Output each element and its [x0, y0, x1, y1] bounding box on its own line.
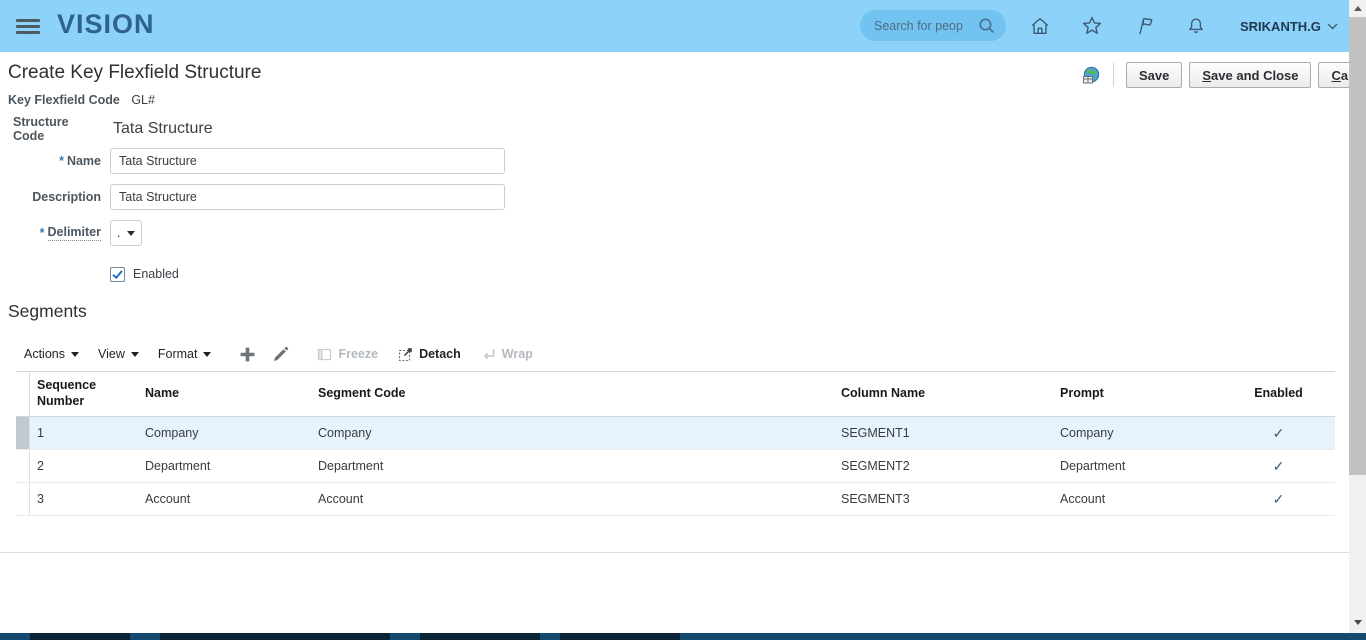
col-segment-code[interactable]: Segment Code: [310, 386, 833, 402]
vision-logo: VISION: [57, 9, 155, 40]
description-label: Description: [32, 190, 101, 204]
segments-section-title: Segments: [8, 301, 87, 322]
scrollbar-thumb[interactable]: [1349, 17, 1366, 475]
col-enabled[interactable]: Enabled: [1222, 386, 1335, 402]
table-row[interactable]: 2 Department Department SEGMENT2 Departm…: [16, 450, 1335, 483]
actions-menu[interactable]: Actions: [24, 347, 79, 361]
checkmark-icon: [111, 268, 124, 281]
detach-window-icon: [398, 347, 413, 362]
col-sequence-number[interactable]: Sequence Number: [30, 378, 137, 409]
name-label: Name: [67, 154, 101, 168]
page-title: Create Key Flexfield Structure: [8, 62, 261, 84]
cell-name: Company: [137, 426, 310, 440]
hamburger-menu-icon[interactable]: [16, 19, 40, 34]
wrap-button: Wrap: [481, 347, 533, 362]
save-and-close-button[interactable]: Save and Close: [1189, 62, 1311, 88]
cell-sequence: 2: [30, 459, 137, 473]
global-search[interactable]: [860, 10, 1006, 41]
content-divider: [0, 552, 1349, 553]
user-name: SRIKANTH.G: [1240, 19, 1321, 34]
col-prompt[interactable]: Prompt: [1052, 386, 1222, 402]
enabled-checkbox[interactable]: [110, 267, 125, 282]
row-selector[interactable]: [16, 450, 30, 482]
table-header-row: Sequence Number Name Segment Code Column…: [16, 371, 1335, 417]
segments-table: Sequence Number Name Segment Code Column…: [16, 371, 1335, 516]
segments-toolbar: Actions View Format Freeze Detach Wra: [24, 343, 553, 365]
cell-name: Department: [137, 459, 310, 473]
detach-button[interactable]: Detach: [398, 347, 461, 362]
header-gutter: [16, 372, 30, 416]
col-column-name[interactable]: Column Name: [833, 386, 1052, 402]
chevron-down-icon: [1327, 23, 1338, 30]
row-selector[interactable]: [16, 417, 30, 449]
dropdown-caret-icon: [127, 231, 135, 236]
cell-segment-code: Department: [310, 459, 833, 473]
cell-enabled-check: ✓: [1222, 458, 1335, 475]
watchlist-flag-icon[interactable]: [1133, 15, 1155, 37]
cell-prompt: Account: [1052, 492, 1222, 506]
view-menu[interactable]: View: [98, 347, 139, 361]
cell-column-name: SEGMENT1: [833, 426, 1052, 440]
add-row-button[interactable]: [239, 346, 256, 363]
wrap-icon: [481, 347, 496, 362]
scroll-up-button[interactable]: [1349, 0, 1366, 17]
caret-icon: [203, 352, 211, 357]
cell-prompt: Company: [1052, 426, 1222, 440]
divider: [1113, 63, 1114, 87]
structure-code-value: Tata Structure: [113, 120, 213, 138]
key-flexfield-code-label: Key Flexfield Code: [8, 93, 120, 107]
enabled-checkbox-label: Enabled: [133, 267, 179, 281]
freeze-table-icon: [317, 347, 332, 362]
cell-enabled-check: ✓: [1222, 425, 1335, 442]
notifications-bell-icon[interactable]: [1185, 15, 1207, 37]
freeze-button: Freeze: [317, 347, 378, 362]
cell-prompt: Department: [1052, 459, 1222, 473]
page-actions: Save Save and Close Cancel: [1082, 62, 1366, 88]
key-flexfield-code-line: Key Flexfield Code GL#: [8, 93, 155, 107]
scroll-down-button[interactable]: [1349, 614, 1366, 631]
favorites-star-icon[interactable]: [1081, 15, 1103, 37]
home-icon[interactable]: [1029, 15, 1051, 37]
cell-sequence: 1: [30, 426, 137, 440]
cell-column-name: SEGMENT2: [833, 459, 1052, 473]
bottom-edge-bar: [0, 633, 1366, 640]
delimiter-value: .: [117, 226, 120, 240]
pencil-icon: [272, 346, 289, 363]
cell-column-name: SEGMENT3: [833, 492, 1052, 506]
cell-name: Account: [137, 492, 310, 506]
cell-sequence: 3: [30, 492, 137, 506]
key-flexfield-code-value: GL#: [131, 93, 155, 107]
caret-icon: [71, 352, 79, 357]
user-menu[interactable]: SRIKANTH.G: [1240, 19, 1338, 34]
save-button[interactable]: Save: [1126, 62, 1182, 88]
top-navigation-bar: VISION SRIKANTH.G: [0, 0, 1349, 52]
cell-segment-code: Company: [310, 426, 833, 440]
search-icon[interactable]: [978, 17, 996, 35]
format-menu[interactable]: Format: [158, 347, 212, 361]
cell-segment-code: Account: [310, 492, 833, 506]
table-row[interactable]: 1 Company Company SEGMENT1 Company ✓: [16, 417, 1335, 450]
description-input[interactable]: [110, 184, 505, 210]
table-row[interactable]: 3 Account Account SEGMENT3 Account ✓: [16, 483, 1335, 516]
structure-code-label: Structure Code: [0, 115, 101, 143]
delimiter-select[interactable]: .: [110, 220, 142, 246]
cell-enabled-check: ✓: [1222, 491, 1335, 508]
vertical-scrollbar[interactable]: [1349, 0, 1366, 640]
search-input[interactable]: [860, 19, 978, 33]
required-marker: *: [59, 154, 64, 168]
caret-icon: [131, 352, 139, 357]
globe-add-icon[interactable]: [1082, 66, 1101, 85]
row-selector[interactable]: [16, 483, 30, 515]
col-name[interactable]: Name: [137, 386, 310, 402]
delimiter-label: Delimiter: [48, 225, 102, 241]
edit-row-button[interactable]: [272, 346, 289, 363]
name-input[interactable]: [110, 148, 505, 174]
plus-icon: [239, 346, 256, 363]
